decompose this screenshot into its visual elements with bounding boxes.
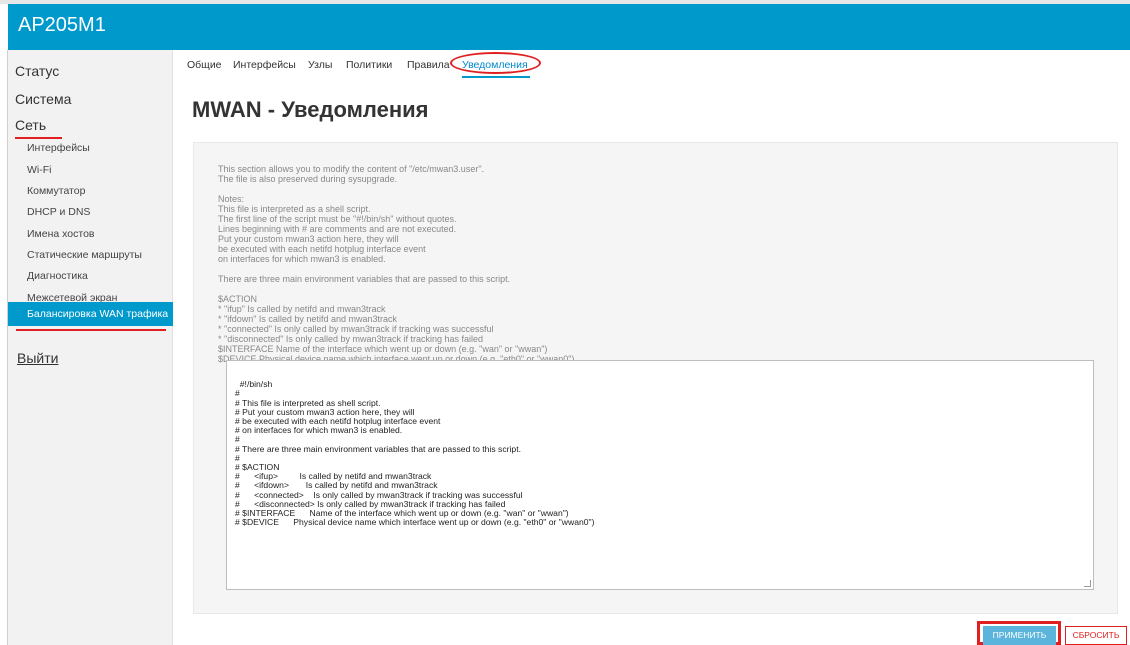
header-bar: AP205M1 bbox=[8, 4, 1130, 50]
sidebar-item-interfaces[interactable]: Интерфейсы bbox=[8, 136, 173, 160]
script-editor[interactable]: #!/bin/sh # # This file is interpreted a… bbox=[226, 360, 1094, 590]
active-item-underline bbox=[16, 329, 166, 331]
logout-link[interactable]: Выйти bbox=[17, 350, 58, 366]
active-tab-highlight-oval bbox=[450, 52, 541, 74]
resize-handle-icon[interactable] bbox=[1084, 580, 1091, 587]
sidebar-item-status[interactable]: Статус bbox=[15, 63, 59, 79]
tab-rules[interactable]: Правила bbox=[407, 59, 450, 71]
active-tab-underline bbox=[462, 76, 530, 78]
apply-button[interactable]: ПРИМЕНИТЬ bbox=[983, 626, 1056, 645]
sidebar: Статус Система Сеть Интерфейсы Wi-Fi Ком… bbox=[8, 50, 173, 645]
sidebar-item-diagnostics[interactable]: Диагностика bbox=[8, 264, 173, 288]
sidebar-item-system[interactable]: Система bbox=[15, 91, 71, 107]
reset-button[interactable]: СБРОСИТЬ bbox=[1065, 626, 1127, 645]
page-title: MWAN - Уведомления bbox=[192, 97, 429, 122]
tab-policies[interactable]: Политики bbox=[346, 59, 392, 71]
script-editor-text: #!/bin/sh # # This file is interpreted a… bbox=[235, 379, 595, 528]
sidebar-item-wan-balancing[interactable]: Балансировка WAN трафика bbox=[8, 302, 173, 326]
brand-title[interactable]: AP205M1 bbox=[18, 14, 106, 37]
section-description: This section allows you to modify the co… bbox=[218, 164, 575, 364]
tab-general[interactable]: Общие bbox=[187, 59, 222, 71]
sidebar-item-dhcp-dns[interactable]: DHCP и DNS bbox=[8, 200, 173, 224]
tab-interfaces[interactable]: Интерфейсы bbox=[233, 59, 296, 71]
tab-members[interactable]: Узлы bbox=[308, 59, 332, 71]
sidebar-item-network[interactable]: Сеть bbox=[15, 117, 46, 133]
